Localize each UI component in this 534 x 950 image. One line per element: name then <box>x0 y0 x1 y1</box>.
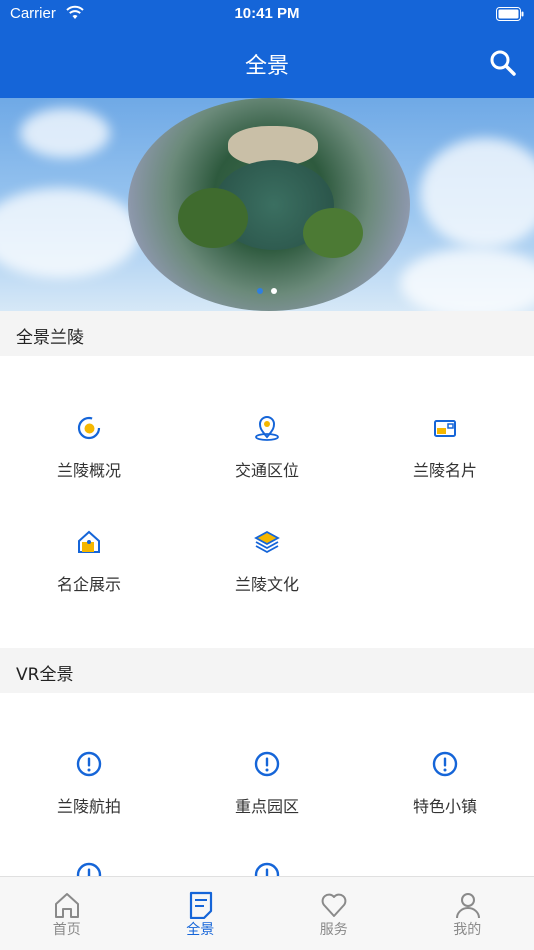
grid-item-parks[interactable]: 重点园区 <box>178 751 356 851</box>
grid-item-overview[interactable]: 兰陵概况 <box>0 415 178 515</box>
user-icon <box>455 893 480 919</box>
grid-item-label: 兰陵名片 <box>412 461 477 480</box>
tab-service[interactable]: 服务 <box>267 877 401 950</box>
grid-item-label: 兰陵航拍 <box>56 797 121 816</box>
card-icon <box>434 420 456 437</box>
grid-item-enterprise[interactable]: 名企展示 <box>0 529 178 629</box>
home-icon <box>55 893 79 918</box>
enterprise-house-icon <box>78 530 100 553</box>
document-icon <box>189 891 212 919</box>
grid-item-label: 特色小镇 <box>412 797 477 816</box>
section-title: 全景兰陵 <box>16 328 84 348</box>
tab-label: 全景 <box>186 922 215 938</box>
grid-item-label: 名企展示 <box>56 575 121 594</box>
section-header: VR全景 <box>0 648 534 693</box>
location-pin-icon <box>255 416 279 441</box>
heart-icon <box>321 893 347 917</box>
grid-item-card[interactable]: 兰陵名片 <box>356 415 534 515</box>
tab-mine[interactable]: 我的 <box>401 877 534 950</box>
carousel-dot-active[interactable] <box>271 288 277 294</box>
grid-item-label: 兰陵文化 <box>234 575 299 594</box>
page-title: 全景 <box>244 54 289 79</box>
tab-label: 服务 <box>319 922 348 938</box>
search-icon[interactable] <box>489 49 517 77</box>
section-title: VR全景 <box>16 665 74 685</box>
status-bar: Carrier 10:41 PM <box>0 0 534 28</box>
section-header: 全景兰陵 <box>0 311 534 356</box>
alert-circle-icon <box>432 751 458 777</box>
tab-bar: 首页 全景 服务 我的 <box>0 876 534 950</box>
grid-item-traffic[interactable]: 交通区位 <box>178 415 356 515</box>
carousel-dot[interactable] <box>257 288 263 294</box>
grid-item-label: 重点园区 <box>234 797 299 816</box>
layers-icon <box>254 530 280 554</box>
grid-item-culture[interactable]: 兰陵文化 <box>178 529 356 629</box>
grid-item-towns[interactable]: 特色小镇 <box>356 751 534 851</box>
overview-icon <box>77 416 101 440</box>
tab-label: 我的 <box>453 922 482 938</box>
status-time: 10:41 PM <box>234 5 300 22</box>
tiny-planet-image <box>128 98 410 311</box>
grid-item-aerial[interactable]: 兰陵航拍 <box>0 751 178 851</box>
tab-home[interactable]: 首页 <box>0 877 134 950</box>
alert-circle-icon <box>76 751 102 777</box>
tab-panorama[interactable]: 全景 <box>134 877 268 950</box>
panorama-banner[interactable] <box>0 98 534 311</box>
battery-icon <box>496 7 524 21</box>
alert-circle-icon <box>254 751 280 777</box>
grid-item-label: 交通区位 <box>234 461 299 480</box>
top-bar: Carrier 10:41 PM 全景 <box>0 0 534 98</box>
grid-item-label: 兰陵概况 <box>56 461 121 480</box>
tab-label: 首页 <box>52 922 81 938</box>
